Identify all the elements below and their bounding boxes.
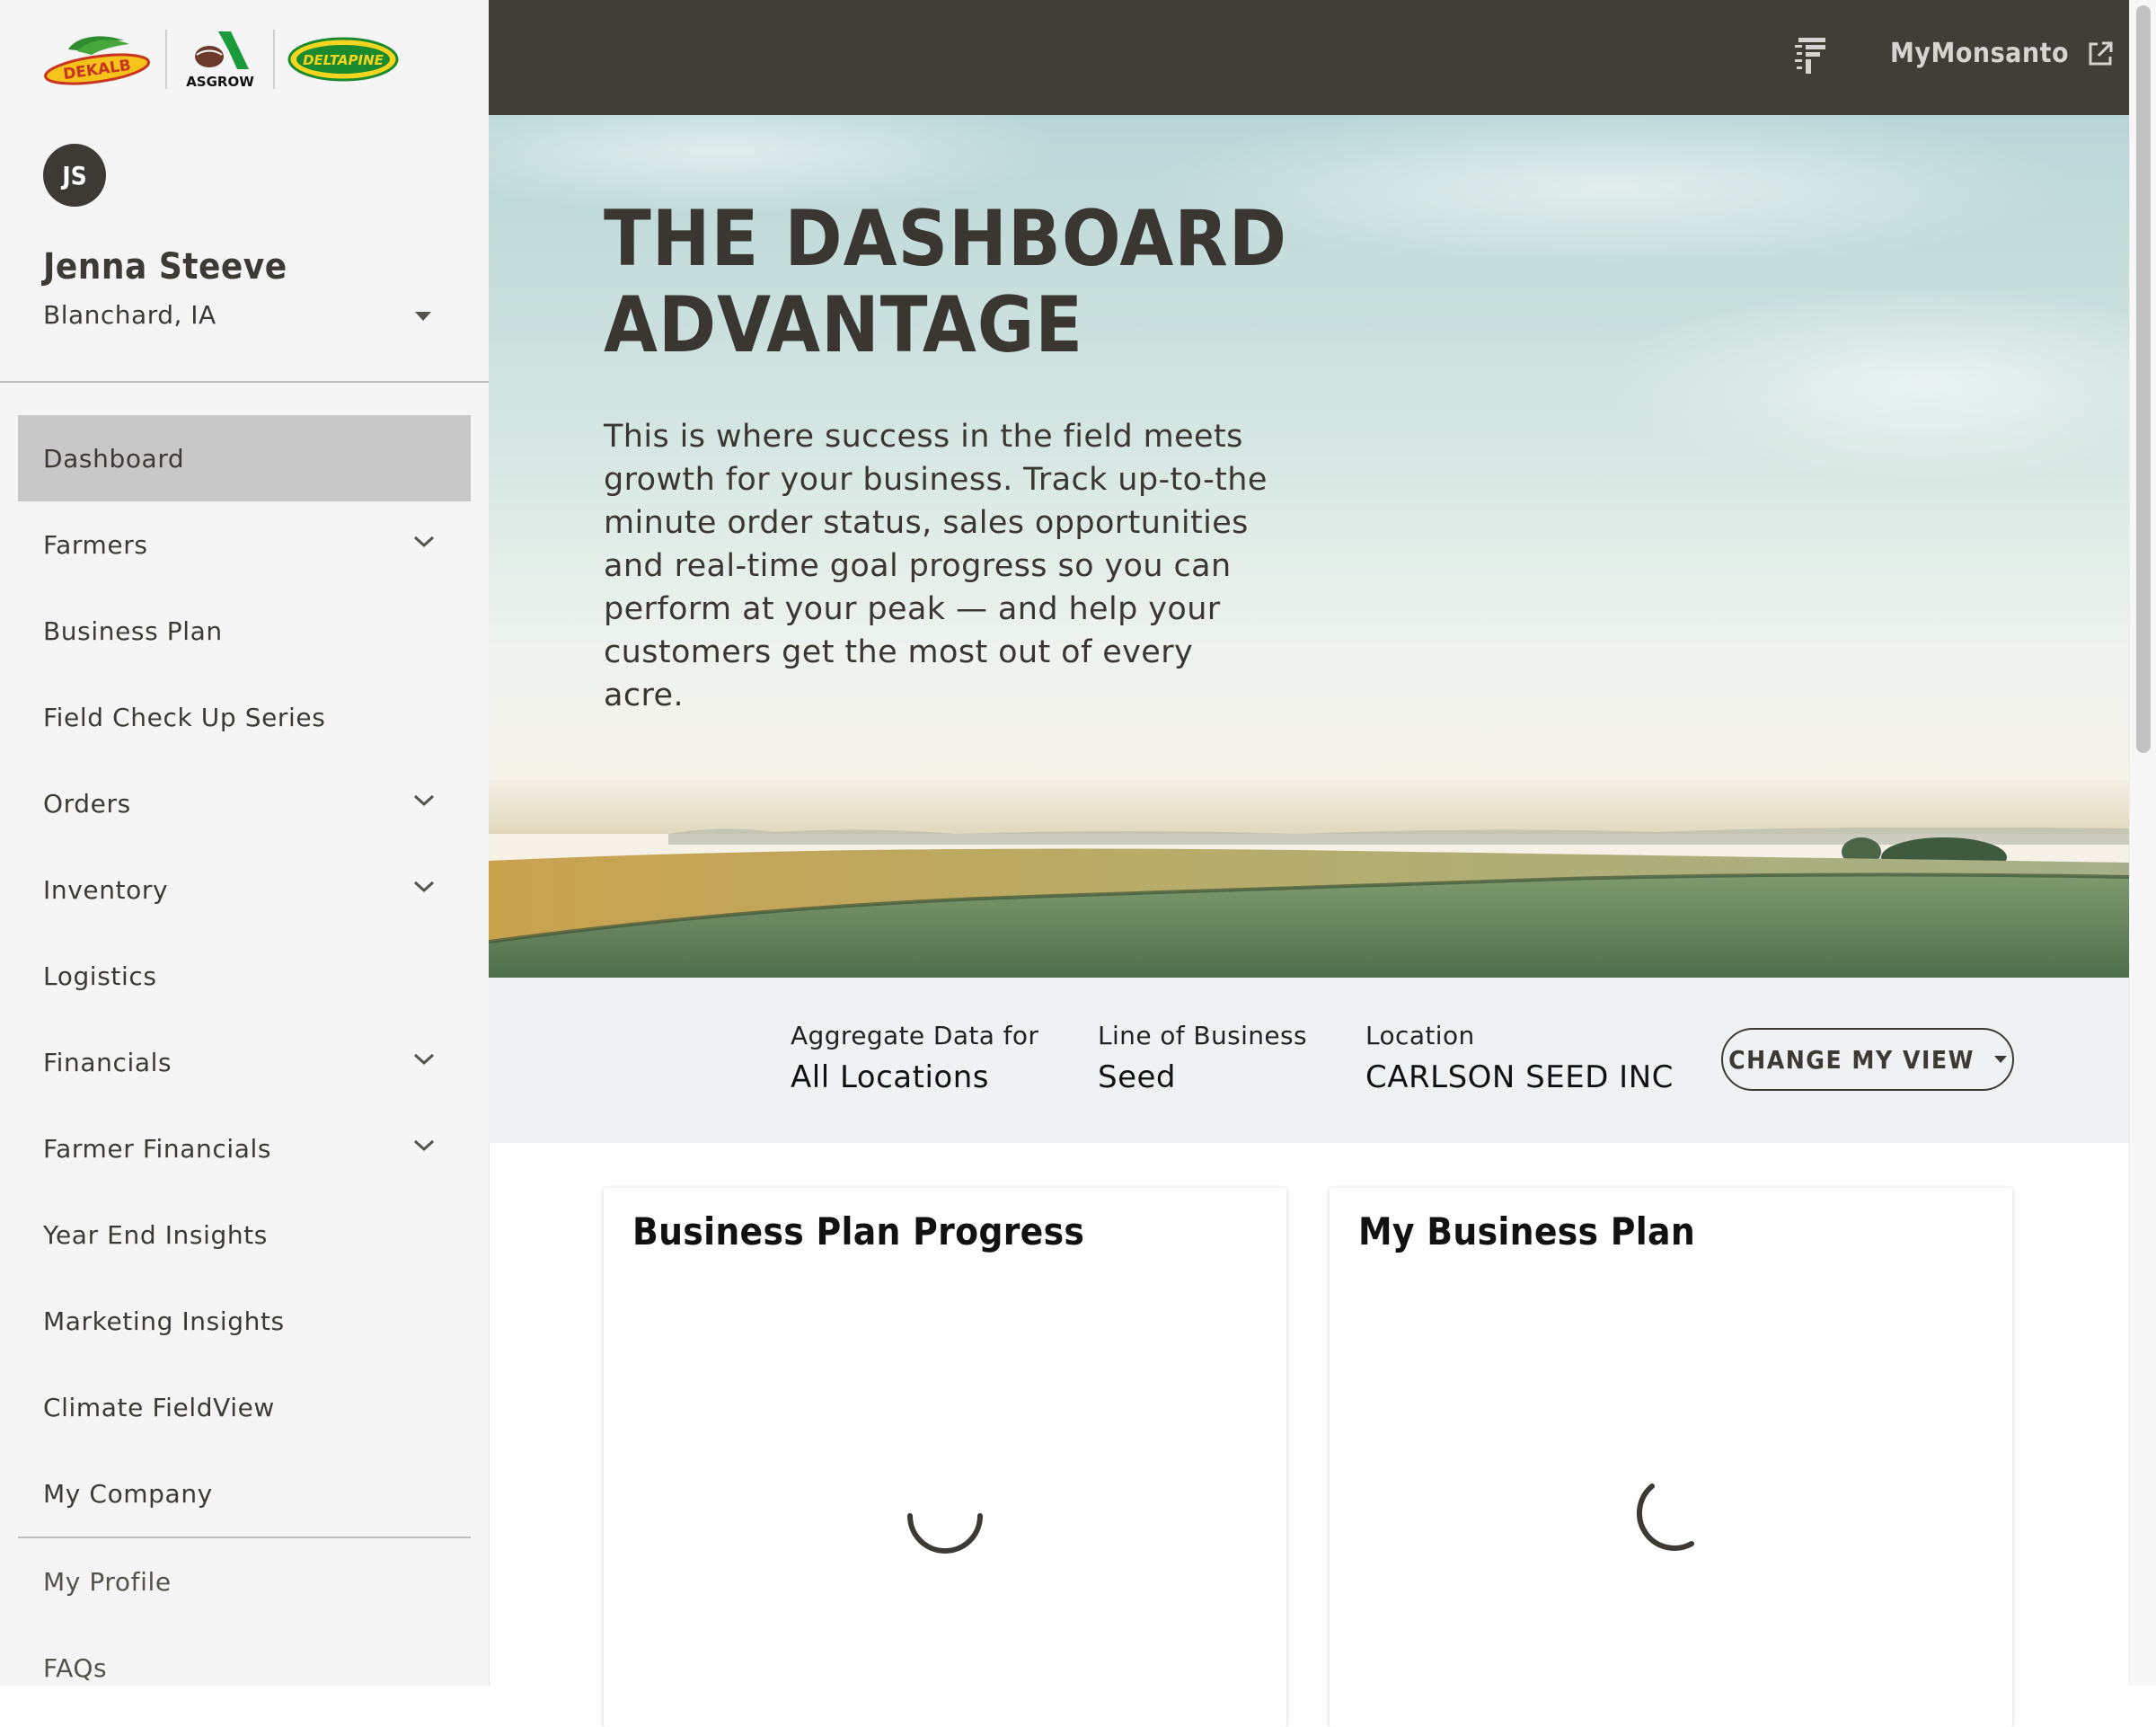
- mymonsanto-link[interactable]: MyMonsanto: [1890, 38, 2114, 69]
- sidebar-item-business-plan[interactable]: Business Plan: [18, 588, 471, 674]
- chevron-down-icon[interactable]: [413, 1053, 435, 1066]
- caret-down-icon: [1993, 1056, 2007, 1063]
- sidebar-item-label: Inventory: [43, 874, 169, 905]
- sidebar: DEKALB ASGROW DELTAPINE JS Jenna Steeve …: [0, 0, 490, 1686]
- sidebar-item-faqs[interactable]: FAQs: [18, 1625, 471, 1686]
- sidebar-item-label: Farmer Financials: [43, 1133, 272, 1164]
- hero-title-line2: ADVANTAGE: [604, 280, 1084, 370]
- sidebar-item-field-check-up-series[interactable]: Field Check Up Series: [18, 674, 471, 760]
- filter-lob-label: Line of Business: [1098, 1021, 1308, 1050]
- sidebar-item-dashboard[interactable]: Dashboard: [18, 415, 471, 501]
- sidebar-item-label: Financials: [43, 1047, 172, 1077]
- sidebar-item-label: Year End Insights: [43, 1219, 268, 1250]
- dekalb-logo[interactable]: DEKALB: [41, 31, 153, 87]
- filter-location-value: CARLSON SEED INC: [1365, 1059, 1674, 1095]
- scrollbar-thumb[interactable]: [2136, 5, 2151, 753]
- sidebar-item-label: My Profile: [43, 1566, 172, 1597]
- loading-spinner-icon: [1636, 1483, 1694, 1551]
- filter-location-label: Location: [1365, 1021, 1475, 1050]
- hero-banner: THE DASHBOARD ADVANTAGE This is where su…: [489, 115, 2129, 978]
- sidebar-item-my-profile[interactable]: My Profile: [18, 1538, 471, 1625]
- sidebar-item-orders[interactable]: Orders: [18, 760, 471, 846]
- avatar[interactable]: JS: [43, 144, 106, 207]
- sidebar-item-label: My Company: [43, 1478, 213, 1509]
- chevron-down-icon[interactable]: [413, 881, 435, 893]
- view-filter-bar: Aggregate Data for All Locations Line of…: [489, 978, 2129, 1143]
- asgrow-mark-icon: [195, 31, 249, 69]
- sidebar-item-label: Orders: [43, 788, 131, 819]
- sidebar-divider: [0, 381, 489, 383]
- sidebar-item-label: Field Check Up Series: [43, 702, 326, 732]
- chevron-down-icon[interactable]: [413, 1139, 435, 1152]
- filter-aggregate-label: Aggregate Data for: [791, 1021, 1039, 1050]
- hero-title: THE DASHBOARD ADVANTAGE: [604, 196, 1322, 368]
- sidebar-item-label: Marketing Insights: [43, 1306, 285, 1336]
- sidebar-item-farmers[interactable]: Farmers: [18, 501, 471, 588]
- business-plan-progress-card: Business Plan Progress: [604, 1188, 1286, 1727]
- top-header: MyMonsanto: [489, 0, 2129, 115]
- loading-spinner-icon: [907, 1513, 983, 1554]
- brand-logos: DEKALB ASGROW DELTAPINE: [41, 23, 399, 95]
- user-location: Blanchard, IA: [43, 300, 216, 330]
- filter-aggregate: Aggregate Data for All Locations: [791, 1021, 1038, 1095]
- user-name: Jenna Steeve: [43, 246, 287, 288]
- asgrow-logo[interactable]: ASGROW: [180, 28, 261, 91]
- hero-title-line1: THE DASHBOARD: [604, 194, 1288, 284]
- filter-location: Location CARLSON SEED INC: [1365, 1021, 1674, 1095]
- logo-divider: [273, 30, 275, 89]
- mymonsanto-link-label: MyMonsanto: [1890, 38, 2070, 69]
- deltapine-logo[interactable]: DELTAPINE: [287, 37, 399, 82]
- my-business-plan-card: My Business Plan: [1330, 1188, 2012, 1727]
- sidebar-item-label: Dashboard: [43, 443, 185, 474]
- sidebar-item-label: Farmers: [43, 529, 148, 560]
- external-link-icon: [2089, 41, 2113, 65]
- sidebar-item-my-company[interactable]: My Company: [18, 1450, 471, 1537]
- chevron-down-icon[interactable]: [413, 794, 435, 807]
- sidebar-item-farmer-financials[interactable]: Farmer Financials: [18, 1105, 471, 1191]
- card-title: Business Plan Progress: [632, 1209, 1085, 1253]
- hero-description: This is where success in the field meets…: [604, 419, 1268, 713]
- change-my-view-label: CHANGE MY VIEW: [1728, 1044, 1975, 1075]
- svg-text:DELTAPINE: DELTAPINE: [303, 52, 384, 68]
- filter-aggregate-value: All Locations: [791, 1059, 989, 1095]
- fieldview-f-icon[interactable]: [1793, 36, 1829, 75]
- filter-line-of-business: Line of Business Seed: [1098, 1021, 1307, 1095]
- sidebar-item-label: FAQs: [43, 1652, 108, 1683]
- sidebar-item-climate-fieldview[interactable]: Climate FieldView: [18, 1364, 471, 1450]
- filter-lob-value: Seed: [1098, 1059, 1176, 1095]
- sidebar-item-year-end-insights[interactable]: Year End Insights: [18, 1191, 471, 1278]
- asgrow-wordmark: ASGROW: [186, 74, 254, 90]
- avatar-initials: JS: [62, 160, 87, 190]
- sidebar-item-marketing-insights[interactable]: Marketing Insights: [18, 1278, 471, 1364]
- caret-down-icon[interactable]: [415, 312, 431, 321]
- card-title: My Business Plan: [1358, 1209, 1696, 1253]
- sidebar-item-inventory[interactable]: Inventory: [18, 846, 471, 933]
- chevron-down-icon[interactable]: [413, 536, 435, 548]
- sidebar-item-label: Logistics: [43, 961, 157, 991]
- page-scrollbar[interactable]: [2129, 0, 2156, 1686]
- svg-text:ASGROW: ASGROW: [186, 74, 254, 90]
- sidebar-item-label: Business Plan: [43, 616, 223, 646]
- sidebar-item-financials[interactable]: Financials: [18, 1019, 471, 1105]
- sidebar-item-label: Climate FieldView: [43, 1392, 275, 1422]
- change-my-view-button[interactable]: CHANGE MY VIEW: [1721, 1028, 2014, 1091]
- logo-divider: [165, 30, 167, 89]
- sidebar-item-logistics[interactable]: Logistics: [18, 933, 471, 1019]
